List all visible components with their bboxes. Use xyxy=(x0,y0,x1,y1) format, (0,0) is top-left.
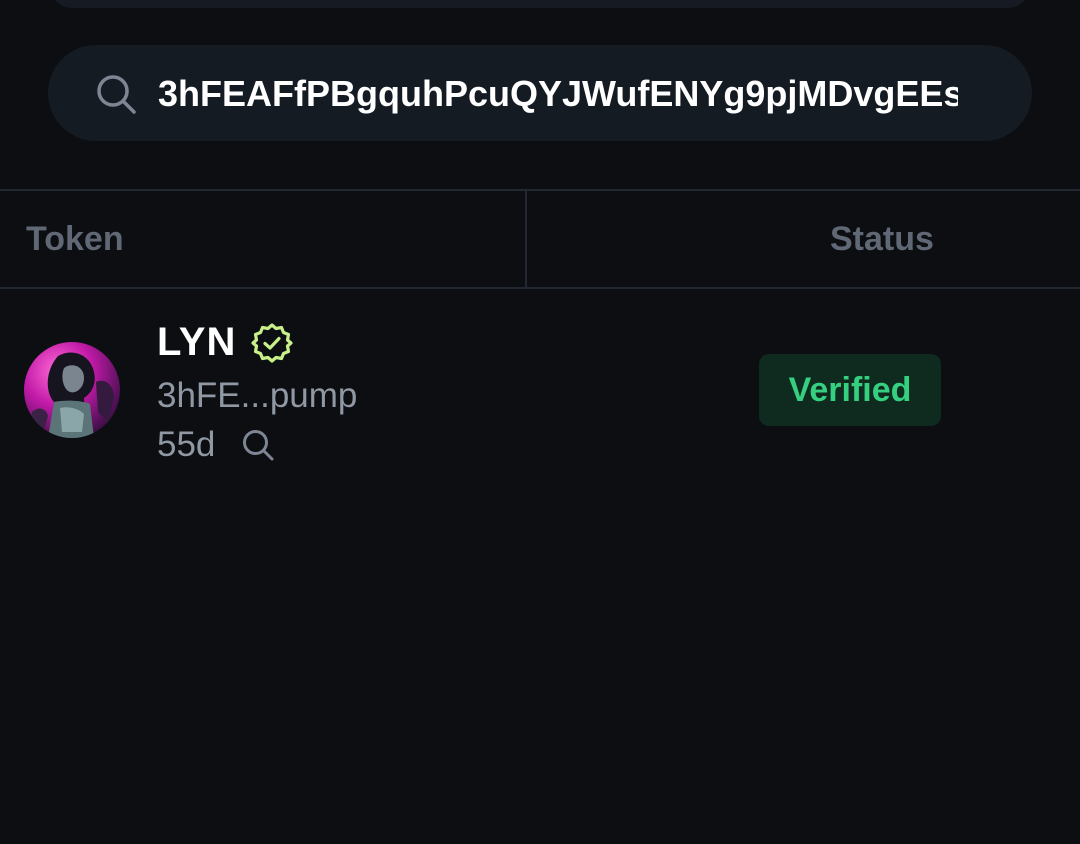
table-header: Token Status xyxy=(0,189,1080,289)
status-badge: Verified xyxy=(759,354,941,426)
token-avatar xyxy=(24,342,120,438)
page: Token Status LYN 3hFE...pu xyxy=(0,0,1080,844)
column-header-token[interactable]: Token xyxy=(26,219,124,259)
column-header-status[interactable]: Status xyxy=(830,219,934,259)
search-icon[interactable] xyxy=(94,72,138,116)
token-age: 55d xyxy=(157,425,216,464)
column-divider[interactable] xyxy=(525,191,527,289)
top-bar[interactable] xyxy=(50,0,1030,8)
token-name[interactable]: LYN xyxy=(157,319,236,365)
search-icon[interactable] xyxy=(240,427,276,463)
verified-badge-icon xyxy=(251,323,293,363)
search-input[interactable] xyxy=(158,64,958,124)
table-row[interactable]: LYN 3hFE...pump 55d Verified xyxy=(0,291,1080,491)
token-address[interactable]: 3hFE...pump xyxy=(157,375,357,417)
